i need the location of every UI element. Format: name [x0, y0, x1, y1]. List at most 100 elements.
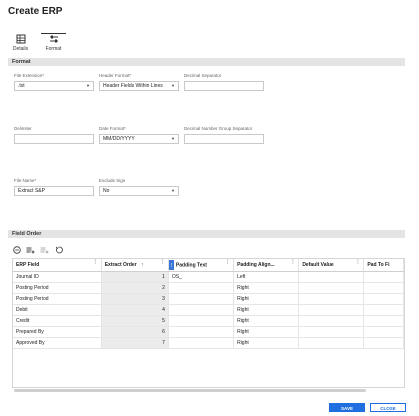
cell-erp-field[interactable]: Debit [13, 304, 102, 316]
delimiter-input[interactable] [14, 134, 94, 144]
cell-extract-order[interactable]: 1 [101, 271, 169, 283]
cell-pad-to[interactable] [363, 282, 404, 294]
file-extension-label: File Extension* [14, 73, 45, 78]
header-format-label: Header Format* [99, 73, 132, 78]
cell-default-value[interactable] [298, 315, 365, 327]
column-drag-handle-icon[interactable]: ⋮ [168, 259, 174, 270]
table-row[interactable]: Prepared By 6 Right [13, 326, 404, 338]
cell-padding-align[interactable]: Right [233, 304, 300, 316]
table-row[interactable]: Debit 4 Right [13, 304, 404, 316]
field-order-grid[interactable]: ERP Field ⋮ Extract Order ↑ ⋮ ⋮ Padding Tex… [12, 258, 405, 388]
cell-extract-order[interactable]: 7 [101, 337, 169, 349]
list-grid-icon [16, 34, 25, 44]
date-format-label: Date Format* [99, 126, 126, 131]
chevron-down-icon: ▼ [86, 83, 90, 88]
cell-padding-text[interactable] [168, 315, 235, 327]
cell-padding-align[interactable]: Right [233, 282, 300, 294]
cell-padding-text[interactable] [168, 304, 235, 316]
column-menu-icon[interactable]: ⋮ [290, 259, 295, 265]
save-button[interactable]: SAVE [329, 403, 365, 412]
cell-padding-align[interactable]: Right [233, 293, 300, 305]
chevron-down-icon: ▼ [171, 83, 175, 88]
cell-extract-order[interactable]: 5 [101, 315, 169, 327]
column-menu-icon[interactable]: ⋮ [160, 259, 165, 265]
exclude-sign-select[interactable]: No ▼ [99, 186, 179, 196]
exclude-sign-label: Exclude Sign [99, 178, 126, 183]
chevron-down-icon: ▼ [171, 188, 175, 193]
tab-format[interactable]: Format [41, 33, 66, 56]
cell-padding-text[interactable] [168, 282, 235, 294]
minus-circle-icon[interactable] [12, 246, 21, 255]
column-menu-icon[interactable]: ⋮ [93, 259, 98, 265]
column-header-extract-order[interactable]: Extract Order ↑ ⋮ [101, 259, 169, 272]
sort-ascending-icon: ↑ [141, 261, 144, 268]
cell-default-value[interactable] [298, 337, 365, 349]
cell-erp-field[interactable]: Credit [13, 315, 102, 327]
sliders-icon [49, 35, 58, 43]
cell-pad-to[interactable] [363, 271, 404, 283]
add-row-icon[interactable] [26, 246, 35, 255]
cell-default-value[interactable] [298, 304, 365, 316]
table-row[interactable]: Posting Period 3 Right [13, 293, 404, 305]
tab-format-label: Format [45, 46, 62, 52]
cell-pad-to[interactable] [363, 337, 404, 349]
file-extension-value: .txt [18, 83, 25, 89]
header-format-select[interactable]: Header Fields Within Lines ▼ [99, 81, 179, 91]
remove-row-icon[interactable] [40, 246, 49, 255]
cell-default-value[interactable] [298, 326, 365, 338]
cell-pad-to[interactable] [363, 293, 404, 305]
date-format-select[interactable]: MM/DD/YYYY ▼ [99, 134, 179, 144]
column-menu-icon[interactable]: ⋮ [225, 259, 230, 265]
decimal-separator-input[interactable] [184, 81, 264, 91]
format-section-header: Format [8, 58, 405, 66]
cell-pad-to[interactable] [363, 315, 404, 327]
column-header-padding-align[interactable]: Padding Align... ⋮ [233, 259, 300, 272]
cell-padding-text[interactable] [168, 293, 235, 305]
cell-extract-order[interactable]: 2 [101, 282, 169, 294]
decimal-group-separator-label: Decimal Number Group Separator [184, 126, 253, 131]
cell-extract-order[interactable]: 6 [101, 326, 169, 338]
horizontal-scrollbar[interactable] [14, 389, 366, 392]
cell-padding-align[interactable]: Right [233, 315, 300, 327]
cell-erp-field[interactable]: Posting Period [13, 282, 102, 294]
cell-extract-order[interactable]: 4 [101, 304, 169, 316]
close-button[interactable]: CLOSE [370, 403, 406, 412]
cell-pad-to[interactable] [363, 326, 404, 338]
field-order-section-header: Field Order [8, 230, 405, 238]
cell-padding-text[interactable]: OS_ [168, 271, 235, 283]
tab-details-label: Details [12, 46, 29, 52]
table-header-row: ERP Field ⋮ Extract Order ↑ ⋮ ⋮ Padding Tex… [13, 259, 404, 272]
cell-padding-align[interactable]: Right [233, 337, 300, 349]
file-extension-select[interactable]: .txt ▼ [14, 81, 94, 91]
page-title: Create ERP [8, 6, 63, 17]
column-header-default-value[interactable]: Default Value ⋮ [298, 259, 365, 272]
column-header-pad-to[interactable]: Pad To Fi [363, 259, 404, 272]
cell-default-value[interactable] [298, 293, 365, 305]
tab-details[interactable]: Details [8, 34, 33, 56]
column-header-padding-text[interactable]: ⋮ Padding Text ⋮ [168, 259, 235, 272]
cell-erp-field[interactable]: Prepared By [13, 326, 102, 338]
table-row[interactable]: Credit 5 Right [13, 315, 404, 327]
cell-erp-field[interactable]: Posting Period [13, 293, 102, 305]
table-row[interactable]: Approved By 7 Right [13, 337, 404, 349]
cell-default-value[interactable] [298, 282, 365, 294]
decimal-group-separator-input[interactable] [184, 134, 264, 144]
cell-pad-to[interactable] [363, 304, 404, 316]
table-row[interactable]: Journal ID 1 OS_ Left [13, 271, 404, 283]
cell-padding-align[interactable]: Left [233, 271, 300, 283]
cell-padding-text[interactable] [168, 337, 235, 349]
column-header-erp-field[interactable]: ERP Field ⋮ [13, 259, 102, 272]
decimal-separator-label: Decimal Separator [184, 73, 222, 78]
grid-toolbar [12, 245, 68, 255]
cell-extract-order[interactable]: 3 [101, 293, 169, 305]
cell-default-value[interactable] [298, 271, 365, 283]
cell-padding-align[interactable]: Right [233, 326, 300, 338]
cell-erp-field[interactable]: Journal ID [13, 271, 102, 283]
column-menu-icon[interactable]: ⋮ [355, 259, 360, 265]
table-row[interactable]: Posting Period 2 Right [13, 282, 404, 294]
refresh-icon[interactable] [54, 246, 63, 255]
cell-padding-text[interactable] [168, 326, 235, 338]
file-name-input[interactable]: Extract S&P [14, 186, 94, 196]
cell-erp-field[interactable]: Approved By [13, 337, 102, 349]
date-format-value: MM/DD/YYYY [103, 136, 135, 142]
